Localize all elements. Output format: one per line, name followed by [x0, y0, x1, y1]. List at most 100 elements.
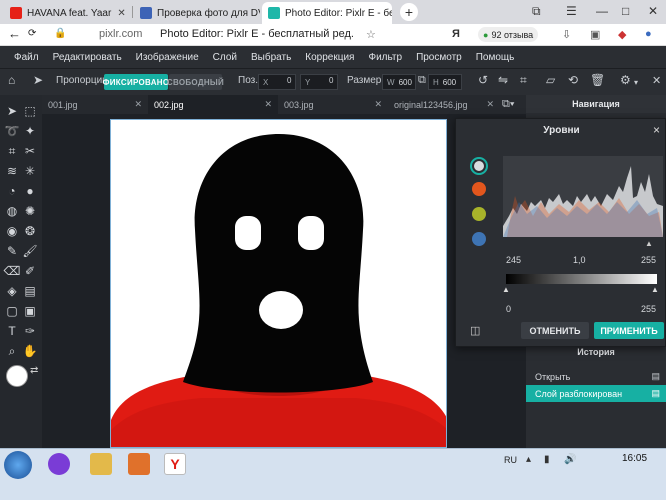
close-icon[interactable]: ✕ [374, 99, 382, 110]
close-icon[interactable]: × [653, 123, 660, 137]
output-low-value[interactable]: 0 [506, 304, 511, 314]
menu-image[interactable]: Изображение [136, 52, 199, 63]
heal-tool-icon[interactable]: ✳ [22, 163, 38, 179]
close-icon[interactable]: ✕ [134, 99, 142, 110]
menu-view[interactable]: Просмотр [416, 52, 462, 63]
menu-layer[interactable]: Слой [213, 52, 237, 63]
tab-layout-icon[interactable]: ⧉▾ [502, 98, 514, 111]
menu-filter[interactable]: Фильтр [368, 52, 402, 63]
doc-tab-001[interactable]: 001.jpg ✕ [42, 95, 148, 114]
yandex-browser-icon[interactable]: Y [164, 453, 186, 475]
start-button[interactable] [4, 451, 32, 479]
explorer-icon[interactable] [90, 453, 112, 475]
image-tool-icon[interactable]: ▣ [22, 303, 38, 319]
shape-tool-icon[interactable]: ▢ [4, 303, 20, 319]
link-icon[interactable]: ⧉ [418, 74, 426, 87]
doc-tab-002[interactable]: 002.jpg ✕ [148, 95, 278, 114]
close-icon[interactable]: ✕ [486, 99, 494, 110]
input-mid-value[interactable]: 1,0 [573, 255, 586, 265]
delete-icon[interactable]: 🗑 [590, 73, 605, 87]
close-icon[interactable]: ✕ [264, 99, 272, 110]
clone-tool-icon[interactable]: ✐ [22, 263, 38, 279]
close-window-button[interactable]: ✕ [648, 4, 658, 18]
fill-tool-icon[interactable]: ◈ [4, 283, 20, 299]
select-tool-icon[interactable]: ➤ [4, 103, 20, 119]
browser-tab-pixlr[interactable]: Photo Editor: Pixlr E - бе ✕ [262, 2, 392, 24]
history-item-unlocked[interactable]: Слой разблокирован ▤ [526, 385, 666, 402]
apply-button[interactable]: ПРИМЕНИТЬ [594, 322, 664, 339]
width-input[interactable]: W 600 [382, 74, 416, 90]
rotate-left-icon[interactable]: ↺ [478, 73, 488, 87]
language-indicator[interactable]: RU [504, 455, 517, 465]
extension-icon[interactable]: ▣ [590, 28, 600, 41]
text-tool-icon[interactable]: T [4, 323, 20, 339]
arrow-tool-icon[interactable]: ➤ [33, 73, 43, 87]
extension-icon[interactable]: ● [645, 28, 652, 40]
color-tool-icon[interactable]: ❂ [22, 223, 38, 239]
alice-icon[interactable] [48, 453, 70, 475]
browser-tab-youtube[interactable]: HAVANA feat. Yaar ✕ [4, 2, 130, 24]
close-icon[interactable]: ✕ [652, 74, 661, 87]
blur-tool-icon[interactable]: ◔ [4, 183, 20, 199]
output-high-value[interactable]: 255 [641, 304, 656, 314]
fixed-ratio-button[interactable]: ФИКСИРОВАНО [103, 74, 169, 90]
download-icon[interactable]: ⇩ [562, 28, 571, 41]
output-high-handle[interactable]: ▲ [651, 285, 659, 294]
page-title[interactable]: Photo Editor: Pixlr E - бесплатный ред..… [160, 28, 354, 40]
globe-tool-icon[interactable]: ◍ [4, 203, 20, 219]
straighten-icon[interactable]: ▱ [546, 73, 555, 87]
reset-icon[interactable]: ⟲ [568, 73, 578, 87]
eyedropper-tool-icon[interactable]: ✑ [22, 323, 38, 339]
bookmark-icon[interactable]: ☆ [366, 28, 376, 41]
menu-edit[interactable]: Редактировать [53, 52, 122, 63]
channel-blue[interactable] [472, 232, 486, 246]
channel-rgb-selected[interactable] [470, 157, 488, 175]
zoom-tool-icon[interactable]: ⌕ [4, 343, 20, 359]
liquify-tool-icon[interactable]: ≋ [4, 163, 20, 179]
menu-select[interactable]: Выбрать [251, 52, 291, 63]
channel-red[interactable] [472, 182, 486, 196]
flip-icon[interactable]: ⇋ [498, 73, 508, 87]
crop-icon[interactable]: ⌗ [520, 73, 527, 88]
output-low-handle[interactable]: ▲ [502, 285, 510, 294]
minimize-button[interactable]: — [596, 4, 608, 18]
cancel-button[interactable]: ОТМЕНИТЬ [521, 322, 589, 339]
browser-menu-icon[interactable]: ☰ [566, 4, 577, 18]
maximize-button[interactable]: □ [622, 4, 629, 18]
pen-tool-icon[interactable]: ✎ [4, 243, 20, 259]
history-item-open[interactable]: Открыть ▤ [526, 368, 666, 385]
magic-wand-icon[interactable]: ✦ [22, 123, 38, 139]
free-ratio-button[interactable]: СВОБОДНЫЙ [167, 74, 224, 90]
back-arrow-icon[interactable]: ← [8, 26, 21, 41]
url-domain[interactable]: pixlr.com [99, 28, 142, 40]
height-input[interactable]: H 600 [428, 74, 462, 90]
compare-icon[interactable]: ◫ [470, 324, 480, 337]
sponge-tool-icon[interactable]: ◉ [4, 223, 20, 239]
extension-icon[interactable]: ◆ [618, 28, 626, 41]
settings-gear-icon[interactable]: ⚙ [620, 73, 631, 87]
media-player-icon[interactable] [128, 453, 150, 475]
reviews-badge[interactable]: ● 92 отзыва [478, 27, 539, 42]
new-tab-button[interactable]: + [400, 3, 418, 21]
doc-tab-003[interactable]: 003.jpg ✕ [278, 95, 388, 114]
document-canvas[interactable] [110, 119, 447, 448]
hand-tool-icon[interactable]: ✋ [22, 343, 38, 359]
lasso-tool-icon[interactable]: ➰ [4, 123, 20, 139]
brush-tool-icon[interactable]: 🖌 [22, 243, 38, 259]
input-high-value[interactable]: 255 [641, 255, 656, 265]
cut-tool-icon[interactable]: ✂ [22, 143, 38, 159]
tabs-overview-icon[interactable]: ⧉ [532, 4, 541, 19]
drop-tool-icon[interactable]: ● [22, 183, 38, 199]
menu-file[interactable]: Файл [14, 52, 39, 63]
foreground-color-swatch[interactable] [6, 365, 28, 387]
eraser-tool-icon[interactable]: ⌫ [4, 263, 21, 279]
menu-adjust[interactable]: Коррекция [305, 52, 354, 63]
volume-icon[interactable]: 🔊 [564, 454, 576, 465]
input-low-value[interactable]: 245 [506, 255, 521, 265]
swap-colors-icon[interactable]: ⇄ [30, 365, 38, 376]
network-icon[interactable]: ▮ [544, 454, 550, 465]
chevron-down-icon[interactable]: ▾ [634, 78, 638, 87]
close-icon[interactable]: ✕ [111, 8, 125, 19]
home-icon[interactable]: ⌂ [8, 73, 15, 87]
reload-icon[interactable]: ⟳ [28, 28, 36, 39]
